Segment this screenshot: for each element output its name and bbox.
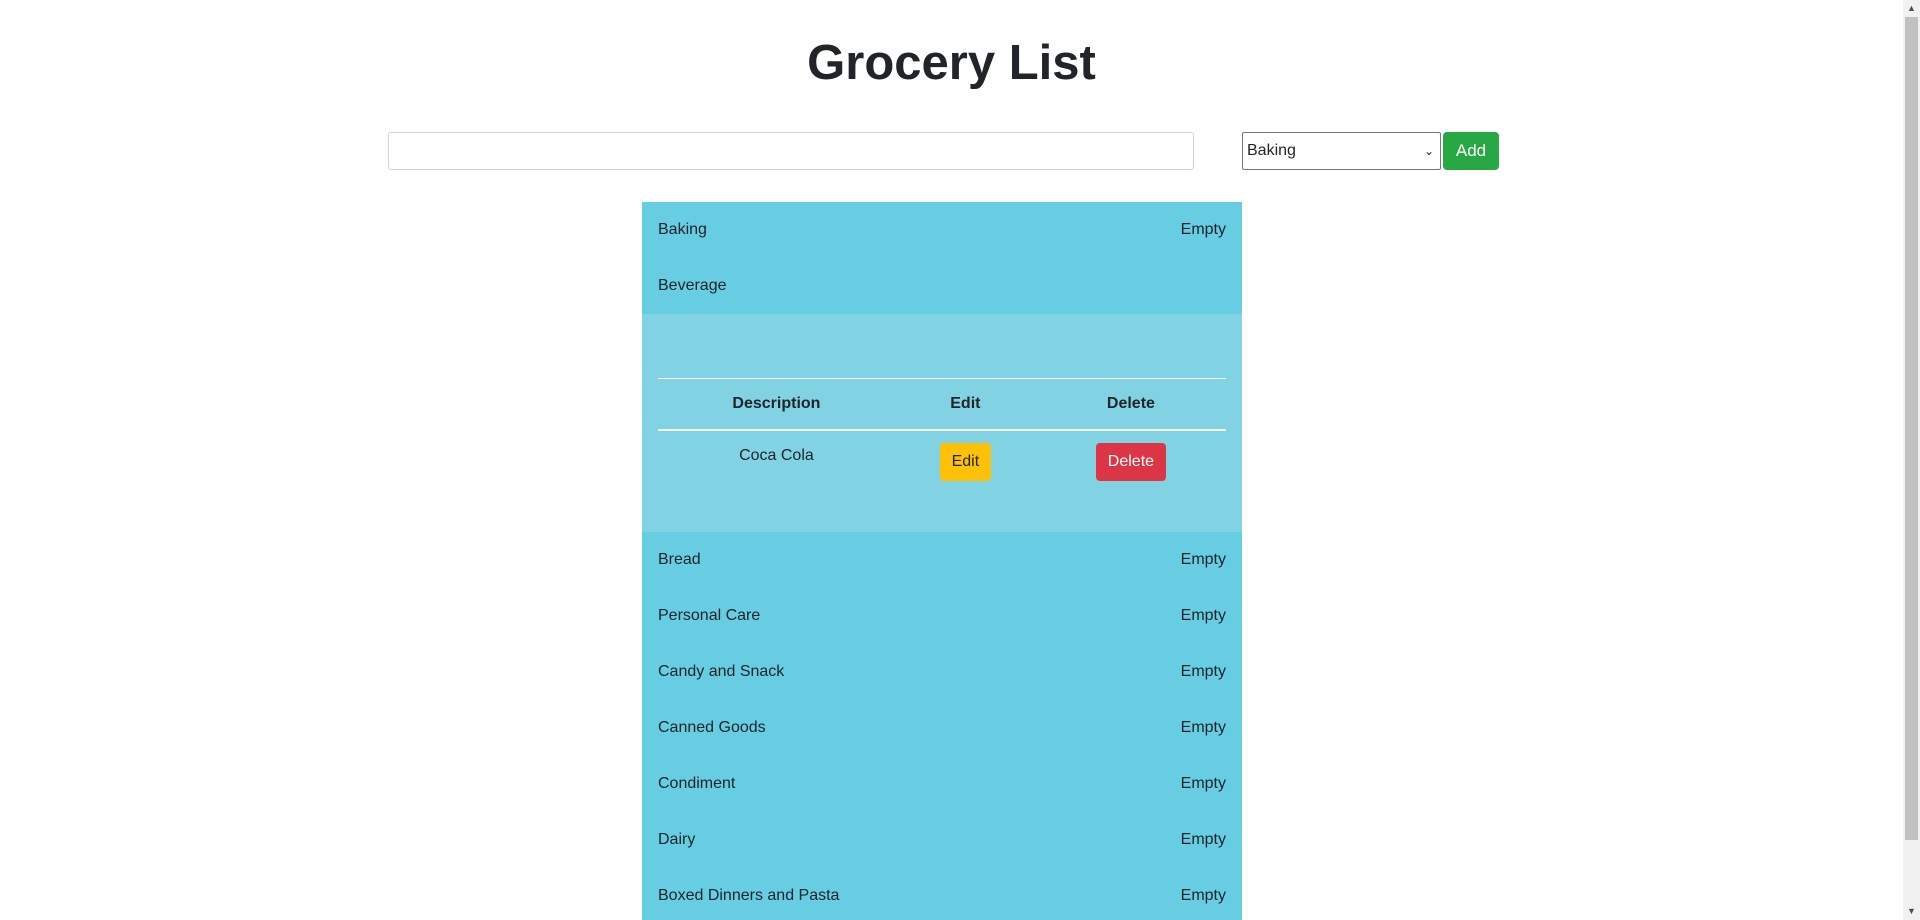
vertical-scrollbar[interactable]: ▲ ▼ xyxy=(1903,0,1920,920)
category-name: Personal Care xyxy=(658,607,761,624)
category-status: Empty xyxy=(1180,221,1226,238)
scroll-down-arrow-icon[interactable]: ▼ xyxy=(1903,903,1920,920)
category-status: Empty xyxy=(1180,663,1226,680)
item-description-input[interactable] xyxy=(388,132,1194,170)
category-select[interactable]: Baking ⌄ xyxy=(1242,132,1441,170)
category-status: Empty xyxy=(1180,887,1226,904)
edit-button[interactable]: Edit xyxy=(939,443,992,481)
delete-button[interactable]: Delete xyxy=(1095,443,1167,481)
category-name: Baking xyxy=(658,221,707,238)
scroll-up-arrow-icon[interactable]: ▲ xyxy=(1903,0,1920,17)
category-status: Empty xyxy=(1180,775,1226,792)
category-row-boxed-dinners-and-pasta[interactable]: Boxed Dinners and Pasta Empty xyxy=(642,868,1242,920)
category-row-canned-goods[interactable]: Canned Goods Empty xyxy=(642,700,1242,756)
category-status: Empty xyxy=(1180,607,1226,624)
category-row-beverage[interactable]: Beverage xyxy=(642,258,1242,314)
category-row-baking[interactable]: Baking Empty xyxy=(642,202,1242,258)
category-status: Empty xyxy=(1180,551,1226,568)
category-name: Boxed Dinners and Pasta xyxy=(658,887,840,904)
category-status: Empty xyxy=(1180,719,1226,736)
add-item-form: Baking ⌄ Add xyxy=(388,132,1508,170)
table-header-row: Description Edit Delete xyxy=(658,378,1226,431)
add-button[interactable]: Add xyxy=(1443,132,1499,170)
category-select-value: Baking xyxy=(1247,142,1296,159)
category-name: Beverage xyxy=(658,277,727,294)
category-name: Candy and Snack xyxy=(658,663,785,680)
column-header-edit: Edit xyxy=(894,378,1036,431)
item-description: Coca Cola xyxy=(739,447,814,464)
category-name: Canned Goods xyxy=(658,719,766,736)
category-row-personal-care[interactable]: Personal Care Empty xyxy=(642,588,1242,644)
category-list: Baking Empty Beverage Description Edit D… xyxy=(642,202,1242,920)
category-row-candy-and-snack[interactable]: Candy and Snack Empty xyxy=(642,644,1242,700)
category-name: Bread xyxy=(658,551,701,568)
category-name: Condiment xyxy=(658,775,736,792)
category-row-dairy[interactable]: Dairy Empty xyxy=(642,812,1242,868)
column-header-description: Description xyxy=(658,378,895,431)
scrollbar-thumb[interactable] xyxy=(1905,17,1918,840)
page: Grocery List Baking ⌄ Add Baking Empty B… xyxy=(0,0,1903,920)
column-header-delete: Delete xyxy=(1035,378,1226,431)
category-status: Empty xyxy=(1180,831,1226,848)
beverage-items-panel: Description Edit Delete Coca Cola Edit D… xyxy=(642,314,1242,532)
category-row-bread[interactable]: Bread Empty xyxy=(642,532,1242,588)
page-title: Grocery List xyxy=(807,36,1096,90)
category-row-condiment[interactable]: Condiment Empty xyxy=(642,756,1242,812)
table-row: Coca Cola Edit Delete xyxy=(658,430,1226,488)
chevron-down-icon: ⌄ xyxy=(1423,144,1434,158)
category-name: Dairy xyxy=(658,831,696,848)
items-table: Description Edit Delete Coca Cola Edit D… xyxy=(658,378,1226,488)
